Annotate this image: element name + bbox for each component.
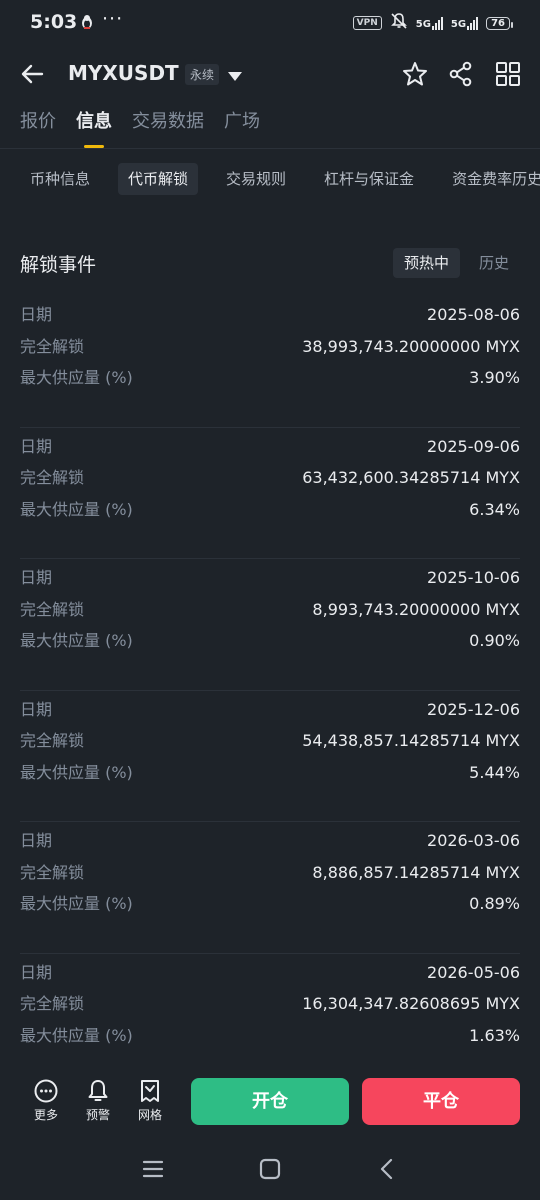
unlock-label: 完全解锁 [20,731,85,751]
grid-bot-icon [141,1080,159,1102]
tab-info[interactable]: 信息 [76,108,112,150]
perpetual-badge: 永续 [185,64,220,85]
supply-label: 最大供应量 (%) [20,762,133,782]
event-date: 2026-05-06 [427,962,520,982]
back-icon[interactable] [371,1154,403,1184]
subtab-trading-rules[interactable]: 交易规则 [216,163,296,195]
unlock-label: 完全解锁 [20,862,85,882]
open-position-button[interactable]: 开仓 [191,1078,349,1125]
chevron-down-icon[interactable] [226,68,244,82]
event-supply-pct: 1.63% [469,1025,520,1045]
battery-icon: 76 [486,16,513,30]
status-more-dots: ··· [102,8,124,30]
tab-trading-data[interactable]: 交易数据 [132,108,204,150]
unlock-event: 日期 2025-09-06 完全解锁 63,432,600.34285714 MYX… [20,428,520,560]
unlock-event: 日期 2026-05-06 完全解锁 16,304,347.82608695 MYX… [20,954,520,1086]
bell-icon [88,1080,108,1101]
date-label: 日期 [20,568,53,588]
unlock-event: 日期 2025-08-06 完全解锁 38,993,743.20000000 MYX… [20,296,520,428]
sub-tabs: 币种信息 代币解锁 交易规则 杠杆与保证金 资金费率历史 [20,163,540,195]
event-supply-pct: 0.89% [469,894,520,914]
system-nav-bar [0,1140,540,1200]
page: 5:03 ··· VPN 5G 5G 76 MYXUSDT 永续 报价 信息 交… [0,0,540,1200]
unlock-event: 日期 2025-10-06 完全解锁 8,993,743.20000000 MYX … [20,559,520,691]
event-unlock-amount: 54,438,857.14285714 MYX [302,731,520,751]
date-label: 日期 [20,699,53,719]
signal-icon-2: 5G [450,16,479,30]
menu-icon[interactable] [137,1154,169,1184]
supply-label: 最大供应量 (%) [20,631,133,651]
event-unlock-amount: 63,432,600.34285714 MYX [302,468,520,488]
subtab-coin-info[interactable]: 币种信息 [20,163,100,195]
grid-label: 网格 [137,1108,162,1122]
event-date: 2025-12-06 [427,699,520,719]
event-date: 2025-10-06 [427,568,520,588]
grid-menu-icon[interactable] [494,60,522,88]
section-title: 解锁事件 [20,254,97,276]
unlock-event: 日期 2025-12-06 完全解锁 54,438,857.14285714 MYX… [20,691,520,823]
share-icon[interactable] [447,60,475,88]
subtab-token-unlock[interactable]: 代币解锁 [118,163,199,195]
event-supply-pct: 0.90% [469,631,520,651]
event-unlock-amount: 16,304,347.82608695 MYX [302,994,520,1014]
unlock-events-list: 日期 2025-08-06 完全解锁 38,993,743.20000000 MYX… [20,296,520,1086]
action-bar: 更多 预警 网格 开仓 平仓 [0,1068,540,1134]
event-unlock-amount: 8,886,857.14285714 MYX [312,862,520,882]
home-icon[interactable] [254,1154,286,1184]
event-filter-toggle: 预热中 历史 [392,248,520,278]
more-button[interactable]: 更多 [24,1078,68,1123]
status-time: 5:03 [30,11,78,33]
mute-icon [390,12,408,34]
event-date: 2025-09-06 [427,436,520,456]
tabs-divider [0,148,540,149]
toggle-upcoming[interactable]: 预热中 [392,248,460,278]
star-icon[interactable] [401,60,429,88]
unlock-label: 完全解锁 [20,599,85,619]
subtab-funding-history[interactable]: 资金费率历史 [442,163,540,195]
unlock-label: 完全解锁 [20,336,85,356]
main-tabs: 报价 信息 交易数据 广场 [20,108,260,150]
event-date: 2026-03-06 [427,831,520,851]
event-supply-pct: 5.44% [469,762,520,782]
toggle-history[interactable]: 历史 [468,248,520,278]
alert-button[interactable]: 预警 [76,1078,120,1123]
supply-label: 最大供应量 (%) [20,499,133,519]
supply-label: 最大供应量 (%) [20,1025,133,1045]
vpn-icon: VPN [352,16,382,30]
supply-label: 最大供应量 (%) [20,894,133,914]
alert-label: 预警 [85,1108,110,1122]
unlock-event: 日期 2026-03-06 完全解锁 8,886,857.14285714 MYX … [20,822,520,954]
date-label: 日期 [20,831,53,851]
event-supply-pct: 6.34% [469,499,520,519]
event-unlock-amount: 8,993,743.20000000 MYX [312,599,520,619]
app-header: MYXUSDT 永续 [0,46,540,102]
more-icon [34,1079,58,1103]
net-label-1: 5G [415,18,431,30]
date-label: 日期 [20,305,53,324]
more-label: 更多 [33,1108,58,1122]
event-unlock-amount: 38,993,743.20000000 MYX [302,336,520,356]
date-label: 日期 [20,436,53,456]
event-supply-pct: 3.90% [469,368,520,387]
tab-quote[interactable]: 报价 [20,108,56,150]
unlock-label: 完全解锁 [20,994,85,1014]
grid-trading-button[interactable]: 网格 [128,1078,172,1123]
date-label: 日期 [20,962,53,982]
unlock-label: 完全解锁 [20,468,85,488]
close-position-button[interactable]: 平仓 [362,1078,520,1125]
back-arrow-icon[interactable] [18,60,48,88]
net-label-2: 5G [450,18,467,30]
status-bar: 5:03 ··· VPN 5G 5G 76 [0,0,540,46]
supply-label: 最大供应量 (%) [20,368,133,387]
tab-square[interactable]: 广场 [224,108,260,150]
notification-icon [80,14,94,34]
subtab-leverage-margin[interactable]: 杠杆与保证金 [314,163,424,195]
event-date: 2025-08-06 [427,305,520,324]
pair-title[interactable]: MYXUSDT [68,61,179,85]
status-indicators: VPN 5G 5G 76 [352,12,513,34]
signal-icon-1: 5G [415,16,443,30]
